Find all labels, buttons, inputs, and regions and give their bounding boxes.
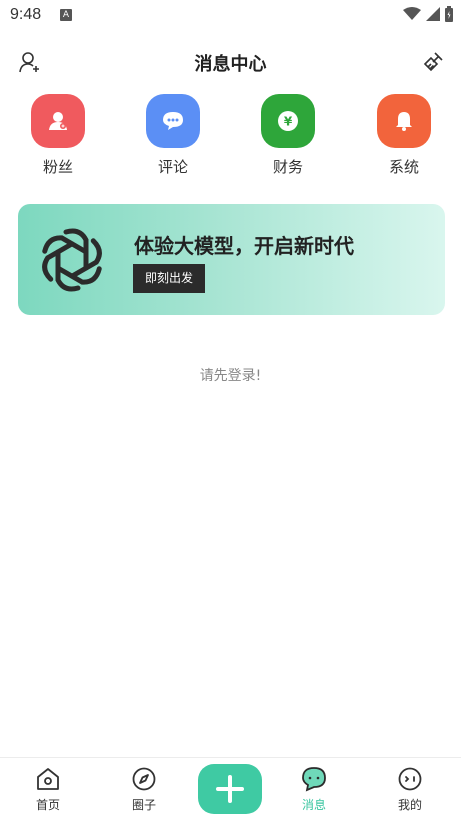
- signal-icon: [426, 7, 440, 21]
- app-header: 消息中心: [0, 40, 461, 84]
- fan-user-icon: [31, 94, 85, 148]
- category-system[interactable]: 系统: [364, 94, 444, 177]
- chat-icon: [301, 766, 327, 792]
- message-categories: 粉丝 评论 ¥ 财务 系统: [0, 94, 461, 184]
- page-title: 消息中心: [194, 54, 267, 75]
- home-icon: [35, 766, 61, 792]
- tab-messages[interactable]: 消息: [284, 766, 344, 813]
- tab-circle[interactable]: 圈子: [114, 766, 174, 813]
- status-bar: 9:48 A: [0, 0, 461, 32]
- tab-label: 圈子: [131, 798, 156, 812]
- profile-face-icon: [397, 766, 423, 792]
- category-label: 粉丝: [42, 158, 73, 176]
- yen-icon: ¥: [261, 94, 315, 148]
- category-label: 财务: [272, 158, 303, 176]
- start-button[interactable]: 即刻出发: [133, 264, 206, 293]
- tab-label: 消息: [301, 798, 326, 812]
- status-time: 9:48: [10, 6, 42, 23]
- promo-banner[interactable]: 体验大模型，开启新时代 即刻出发: [18, 204, 445, 315]
- banner-headline: 体验大模型，开启新时代: [134, 234, 354, 258]
- category-comments[interactable]: 评论: [133, 94, 213, 177]
- status-icons: [403, 6, 453, 22]
- wifi-icon: [403, 7, 421, 20]
- tab-mine[interactable]: 我的: [380, 766, 440, 813]
- broom-icon[interactable]: [421, 50, 445, 74]
- plus-icon[interactable]: [198, 764, 262, 814]
- tab-home[interactable]: 首页: [18, 766, 78, 813]
- category-label: 评论: [157, 158, 188, 176]
- svg-text:¥: ¥: [284, 115, 293, 129]
- category-finance[interactable]: ¥ 财务: [248, 94, 328, 177]
- login-prompt[interactable]: 请先登录!: [0, 365, 461, 385]
- bell-icon: [377, 94, 431, 148]
- bottom-tab-bar: 首页 圈子 消息 我的: [0, 757, 461, 819]
- comment-icon: [146, 94, 200, 148]
- openai-logo: [34, 222, 110, 298]
- battery-icon: [445, 6, 453, 22]
- compass-icon: [131, 766, 157, 792]
- tab-label: 首页: [35, 798, 60, 812]
- notification-badge: A: [60, 9, 72, 21]
- category-label: 系统: [388, 158, 419, 176]
- category-fans[interactable]: 粉丝: [18, 94, 98, 177]
- tab-label: 我的: [397, 798, 422, 812]
